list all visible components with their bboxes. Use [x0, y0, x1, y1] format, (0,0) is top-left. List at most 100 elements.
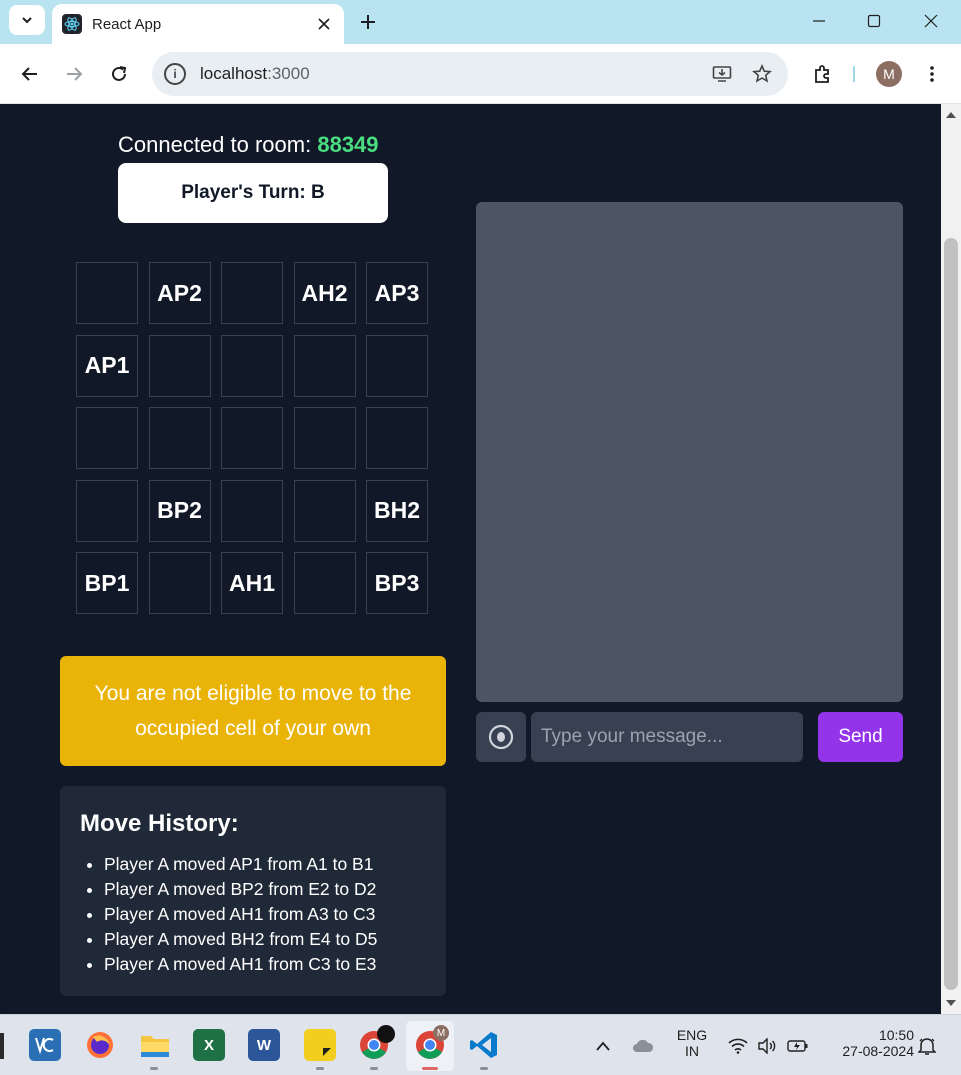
board-cell[interactable]: BH2: [366, 479, 428, 542]
board-cell[interactable]: [293, 334, 356, 397]
board-cell[interactable]: AP1: [76, 334, 138, 397]
new-tab-button[interactable]: [356, 10, 380, 34]
send-button[interactable]: Send: [818, 712, 903, 762]
board-cell[interactable]: [76, 479, 138, 542]
tab-search-button[interactable]: [9, 5, 45, 35]
word-icon[interactable]: W: [248, 1029, 280, 1061]
volume-icon[interactable]: [756, 1035, 778, 1057]
close-icon[interactable]: [316, 16, 332, 32]
warning-message: You are not eligible to move to the occu…: [60, 656, 446, 766]
minimize-button[interactable]: [804, 8, 834, 34]
close-icon: [924, 14, 938, 28]
list-item: Player A moved BP2 from E2 to D2: [104, 877, 426, 902]
maximize-icon: [867, 14, 881, 28]
board-cell[interactable]: [293, 407, 356, 469]
turn-indicator: Player's Turn: B: [118, 163, 388, 223]
emoji-button[interactable]: [476, 712, 526, 762]
room-label: Connected to room:: [118, 132, 318, 157]
language-indicator[interactable]: ENG IN: [672, 1027, 712, 1059]
board-cell[interactable]: [293, 552, 356, 614]
avatar[interactable]: M: [876, 61, 902, 87]
excel-icon[interactable]: X: [193, 1029, 225, 1061]
browser-toolbar: i localhost:3000 M: [0, 44, 961, 104]
board-cell[interactable]: AH2: [293, 262, 356, 324]
bookmark-star-icon[interactable]: [748, 60, 776, 88]
minimize-icon: [813, 20, 825, 22]
wifi-icon[interactable]: [727, 1035, 749, 1057]
browser-tab[interactable]: React App: [52, 4, 344, 44]
site-info-icon[interactable]: i: [164, 63, 186, 85]
forward-button[interactable]: [60, 60, 88, 88]
menu-kebab-icon[interactable]: [918, 60, 946, 88]
scroll-thumb[interactable]: [944, 238, 958, 990]
battery-icon[interactable]: [787, 1035, 809, 1057]
avatar: M: [433, 1025, 449, 1041]
scrollbar[interactable]: [941, 104, 961, 1014]
board-cell[interactable]: [76, 262, 138, 324]
board-cell[interactable]: [221, 334, 283, 397]
back-button[interactable]: [16, 60, 44, 88]
room-status: Connected to room: 88349: [118, 132, 388, 158]
running-indicator: [480, 1067, 488, 1070]
room-code: 88349: [317, 132, 379, 157]
clock[interactable]: 10:50 27-08-2024: [822, 1027, 914, 1059]
board-cell[interactable]: AP2: [148, 262, 211, 324]
board-cell[interactable]: [366, 407, 428, 469]
board-cell[interactable]: AP3: [366, 262, 428, 324]
window-close-button[interactable]: [916, 8, 946, 34]
scroll-up-arrow-icon[interactable]: [941, 106, 961, 124]
reload-button[interactable]: [105, 60, 133, 88]
url-text[interactable]: localhost:3000: [200, 64, 708, 84]
file-explorer-icon[interactable]: [139, 1029, 171, 1061]
notification-bell-icon[interactable]: [916, 1035, 938, 1057]
board-cell[interactable]: BP1: [76, 552, 138, 614]
board-cell[interactable]: [148, 552, 211, 614]
react-icon: [62, 14, 82, 34]
list-item: Player A moved AP1 from A1 to B1: [104, 852, 426, 877]
address-bar[interactable]: i localhost:3000: [152, 52, 788, 96]
board-cell[interactable]: [148, 407, 211, 469]
chat-messages: [476, 202, 903, 702]
page-viewport: Connected to room: 88349 Player's Turn: …: [2, 104, 941, 1014]
board-cell[interactable]: [221, 479, 283, 542]
cloud-icon[interactable]: [632, 1035, 654, 1057]
list-item: Player A moved BH2 from E4 to D5: [104, 927, 426, 952]
board-cell[interactable]: BP3: [366, 552, 428, 614]
install-app-icon[interactable]: [708, 60, 736, 88]
chevron-up-icon[interactable]: [592, 1035, 614, 1057]
notification-badge: [377, 1025, 395, 1043]
running-indicator: [370, 1067, 378, 1070]
tab-strip: React App: [0, 0, 961, 44]
board-cell[interactable]: BP2: [148, 479, 211, 542]
chevron-down-icon: [22, 17, 32, 24]
move-history-list: Player A moved AP1 from A1 to B1Player A…: [80, 852, 426, 977]
message-input[interactable]: [531, 712, 803, 762]
vscode-icon[interactable]: [468, 1029, 500, 1061]
extensions-icon[interactable]: [808, 60, 836, 88]
board-cell[interactable]: [148, 334, 211, 397]
running-indicator: [316, 1067, 324, 1070]
board-cell[interactable]: [221, 262, 283, 324]
list-item: Player A moved AH1 from A3 to C3: [104, 902, 426, 927]
vcxsrv-icon[interactable]: [29, 1029, 61, 1061]
board-cell[interactable]: [293, 479, 356, 542]
board-cell[interactable]: [76, 407, 138, 469]
scroll-down-arrow-icon[interactable]: [941, 994, 961, 1012]
sticky-notes-icon[interactable]: [304, 1029, 336, 1061]
active-indicator: [422, 1067, 438, 1070]
taskbar-edge: [0, 1033, 4, 1059]
board-cell[interactable]: [366, 334, 428, 397]
toolbar-divider: [853, 66, 855, 82]
running-indicator: [150, 1067, 158, 1070]
move-history: Move History: Player A moved AP1 from A1…: [60, 786, 446, 996]
list-item: Player A moved AH1 from C3 to E3: [104, 952, 426, 977]
arrow-left-icon: [21, 67, 37, 81]
maximize-button[interactable]: [859, 8, 889, 34]
board-cell[interactable]: AH1: [221, 552, 283, 614]
firefox-icon[interactable]: [84, 1029, 116, 1061]
board-cell[interactable]: [221, 407, 283, 469]
move-history-title: Move History:: [80, 810, 239, 837]
eye-icon: [488, 724, 514, 750]
game-board: AP2 AH2 AP3 AP1 BP2 BH2 BP1 AH1 BP3: [76, 262, 428, 614]
taskbar: X W M ENG IN 10:50 27-08-2024: [0, 1014, 961, 1075]
